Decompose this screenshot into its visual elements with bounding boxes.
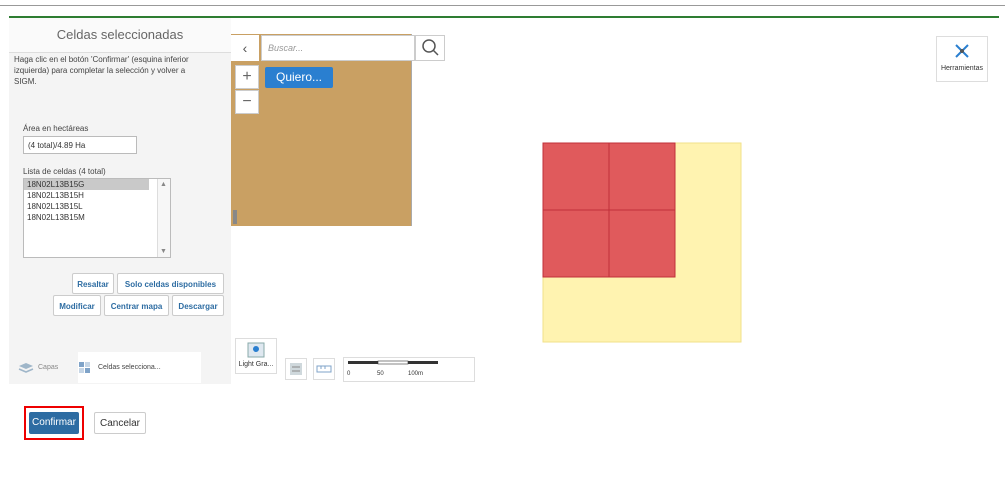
tab-layers[interactable]: Capas bbox=[18, 352, 78, 383]
cells-layer bbox=[542, 142, 742, 343]
scroll-up-icon[interactable]: ▲ bbox=[160, 181, 167, 188]
list-item[interactable]: 18N02L13B15L bbox=[24, 201, 170, 212]
area-field[interactable]: (4 total)/4.89 Ha bbox=[23, 136, 137, 154]
available-cells-button[interactable]: Solo celdas disponibles bbox=[117, 273, 224, 294]
confirm-button[interactable]: Confirmar bbox=[29, 412, 79, 434]
search-button[interactable] bbox=[415, 35, 445, 61]
window-top-divider bbox=[0, 5, 1005, 6]
tools-button[interactable]: Herramientas bbox=[936, 36, 988, 82]
search-icon bbox=[422, 39, 439, 56]
tools-icon bbox=[955, 44, 969, 58]
scale-label: 0 bbox=[347, 371, 351, 377]
quiero-button[interactable]: Quiero... bbox=[265, 67, 333, 88]
basemap-label: Light Gra... bbox=[238, 361, 274, 368]
measure-icon bbox=[316, 365, 332, 373]
selected-cell bbox=[608, 142, 676, 211]
tab-selected-cells[interactable]: Celdas selecciona... bbox=[78, 352, 201, 383]
area-label: Área en hectáreas bbox=[23, 124, 89, 133]
download-button[interactable]: Descargar bbox=[172, 295, 224, 316]
instructions-text: Haga clic en el botón 'Confirmar' (esqui… bbox=[14, 55, 189, 86]
minus-icon: − bbox=[242, 93, 252, 110]
scale-label: 100m bbox=[408, 371, 424, 377]
legend-icon bbox=[290, 363, 302, 375]
tab-layers-label: Capas bbox=[38, 364, 59, 371]
map-view[interactable] bbox=[231, 18, 999, 384]
zoom-in-button[interactable]: + bbox=[235, 65, 259, 89]
basemap-icon bbox=[247, 342, 265, 358]
zoom-out-button[interactable]: − bbox=[235, 90, 259, 114]
legend-button[interactable] bbox=[285, 358, 307, 380]
scroll-down-icon[interactable]: ▼ bbox=[160, 248, 167, 255]
measure-button[interactable] bbox=[313, 358, 335, 380]
selected-cell bbox=[608, 209, 676, 278]
list-item[interactable]: 18N02L13B15G bbox=[24, 179, 149, 190]
scale-bar: 0 50 100m bbox=[343, 357, 475, 382]
tab-selected-cells-label: Celdas selecciona... bbox=[98, 364, 161, 371]
panel-title: Celdas seleccionadas bbox=[9, 18, 231, 53]
list-item[interactable]: 18N02L13B15H bbox=[24, 190, 170, 201]
grid-cells-icon bbox=[79, 361, 90, 373]
modificar-button[interactable]: Modificar bbox=[53, 295, 101, 316]
cell-list-label: Lista de celdas (4 total) bbox=[23, 167, 106, 176]
resaltar-button[interactable]: Resaltar bbox=[72, 273, 114, 294]
selected-cell bbox=[542, 209, 610, 278]
panel-tabs: Capas Celdas selecciona... bbox=[18, 352, 230, 383]
scale-label: 50 bbox=[377, 371, 384, 377]
collapse-panel-button[interactable]: ‹ bbox=[231, 35, 259, 61]
cancel-button[interactable]: Cancelar bbox=[94, 412, 146, 434]
plus-icon: + bbox=[242, 68, 252, 85]
scale-bar-graphic bbox=[348, 360, 438, 365]
chevron-left-icon: ‹ bbox=[242, 40, 248, 56]
list-item[interactable]: 18N02L13B15M bbox=[24, 212, 170, 223]
tools-label: Herramientas bbox=[940, 65, 983, 72]
center-map-button[interactable]: Centrar mapa bbox=[104, 295, 169, 316]
cell-listbox[interactable]: 18N02L13B15G 18N02L13B15H 18N02L13B15L 1… bbox=[23, 178, 171, 258]
layers-icon bbox=[18, 362, 34, 373]
selected-cell bbox=[542, 142, 610, 211]
search-input[interactable]: Buscar... bbox=[261, 35, 415, 61]
list-scrollbar[interactable]: ▲ ▼ bbox=[157, 179, 170, 257]
resize-handle[interactable] bbox=[233, 210, 237, 224]
basemap-button[interactable]: Light Gra... bbox=[235, 338, 277, 374]
